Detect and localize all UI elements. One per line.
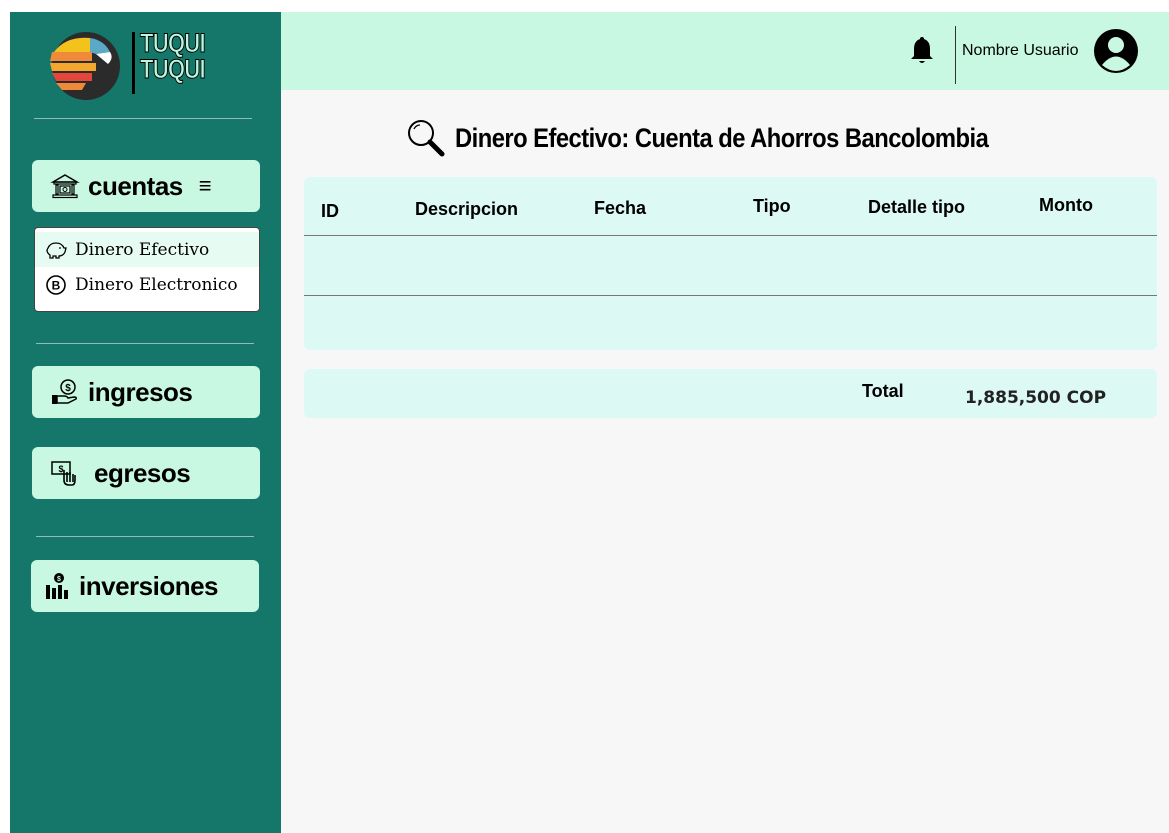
column-header-tipo: Tipo — [753, 196, 791, 216]
column-header-id: ID — [321, 201, 339, 221]
svg-text:$: $ — [57, 576, 61, 583]
sidebar-item-label: inversiones — [79, 570, 219, 601]
sidebar-item-label: ingresos — [88, 376, 193, 407]
bitcoin-icon: B — [46, 274, 66, 295]
sidebar-item-label: cuentas — [88, 170, 183, 201]
bank-icon — [50, 174, 80, 199]
svg-text:B: B — [52, 278, 61, 292]
piggy-bank-icon — [46, 241, 67, 259]
brand-line-2: TUQUI — [140, 54, 206, 84]
sidebar-item-egresos[interactable]: $ egresos — [32, 447, 260, 499]
investment-chart-icon: $ — [46, 573, 68, 599]
user-avatar-icon[interactable] — [1093, 28, 1139, 74]
app-window: TUQUI TUQUI cuentas ≡ Dinero Efectivo B … — [10, 12, 1169, 833]
total-bar: Total 1,885,500 COP — [304, 369, 1157, 418]
user-name[interactable]: Nombre Usuario — [962, 42, 1078, 60]
hand-coin-icon: $ — [52, 379, 77, 404]
page-title: Dinero Efectivo: Cuenta de Ahorros Banco… — [455, 122, 989, 153]
search-icon[interactable] — [405, 117, 447, 159]
submenu-item-dinero-efectivo[interactable]: Dinero Efectivo — [35, 232, 259, 267]
sidebar-divider — [36, 536, 254, 537]
cash-hand-icon: $ — [51, 461, 76, 486]
brand-divider — [132, 32, 135, 94]
sidebar: TUQUI TUQUI cuentas ≡ Dinero Efectivo B … — [10, 12, 281, 833]
svg-text:$: $ — [58, 464, 63, 474]
column-header-descripcion: Descripcion — [415, 199, 519, 219]
svg-text:$: $ — [65, 383, 71, 394]
sidebar-item-inversiones[interactable]: $ inversiones — [31, 560, 259, 612]
total-value: 1,885,500 COP — [965, 388, 1107, 408]
transactions-table: ID Descripcion Fecha Tipo Detalle tipo M… — [304, 177, 1157, 350]
hamburger-menu-icon[interactable]: ≡ — [199, 173, 212, 199]
column-header-monto: Monto — [1039, 195, 1093, 215]
tuqui-logo-icon — [50, 32, 120, 100]
submenu-item-label: Dinero Electronico — [75, 274, 238, 295]
sidebar-item-ingresos[interactable]: $ ingresos — [32, 366, 260, 418]
submenu-item-label: Dinero Efectivo — [75, 239, 210, 260]
column-header-fecha: Fecha — [594, 198, 647, 218]
cuentas-submenu: Dinero Efectivo B Dinero Electronico — [34, 227, 260, 312]
table-row[interactable] — [304, 236, 1157, 295]
brand-name: TUQUI TUQUI — [140, 28, 206, 84]
total-label: Total — [862, 381, 904, 401]
sidebar-item-label: egresos — [94, 457, 191, 488]
header-divider — [955, 26, 956, 84]
sidebar-divider — [34, 118, 252, 119]
table-row[interactable] — [304, 296, 1157, 350]
top-bar: Nombre Usuario — [281, 12, 1169, 90]
bell-icon[interactable] — [908, 34, 936, 66]
sidebar-item-cuentas[interactable]: cuentas ≡ — [32, 160, 260, 212]
page-title-bar: Dinero Efectivo: Cuenta de Ahorros Banco… — [405, 118, 1061, 158]
sidebar-divider — [36, 343, 254, 344]
submenu-item-dinero-electronico[interactable]: B Dinero Electronico — [35, 267, 259, 302]
brand[interactable]: TUQUI TUQUI — [46, 28, 246, 102]
brand-line-1: TUQUI — [140, 28, 206, 58]
column-header-detalle-tipo: Detalle tipo — [868, 197, 966, 217]
